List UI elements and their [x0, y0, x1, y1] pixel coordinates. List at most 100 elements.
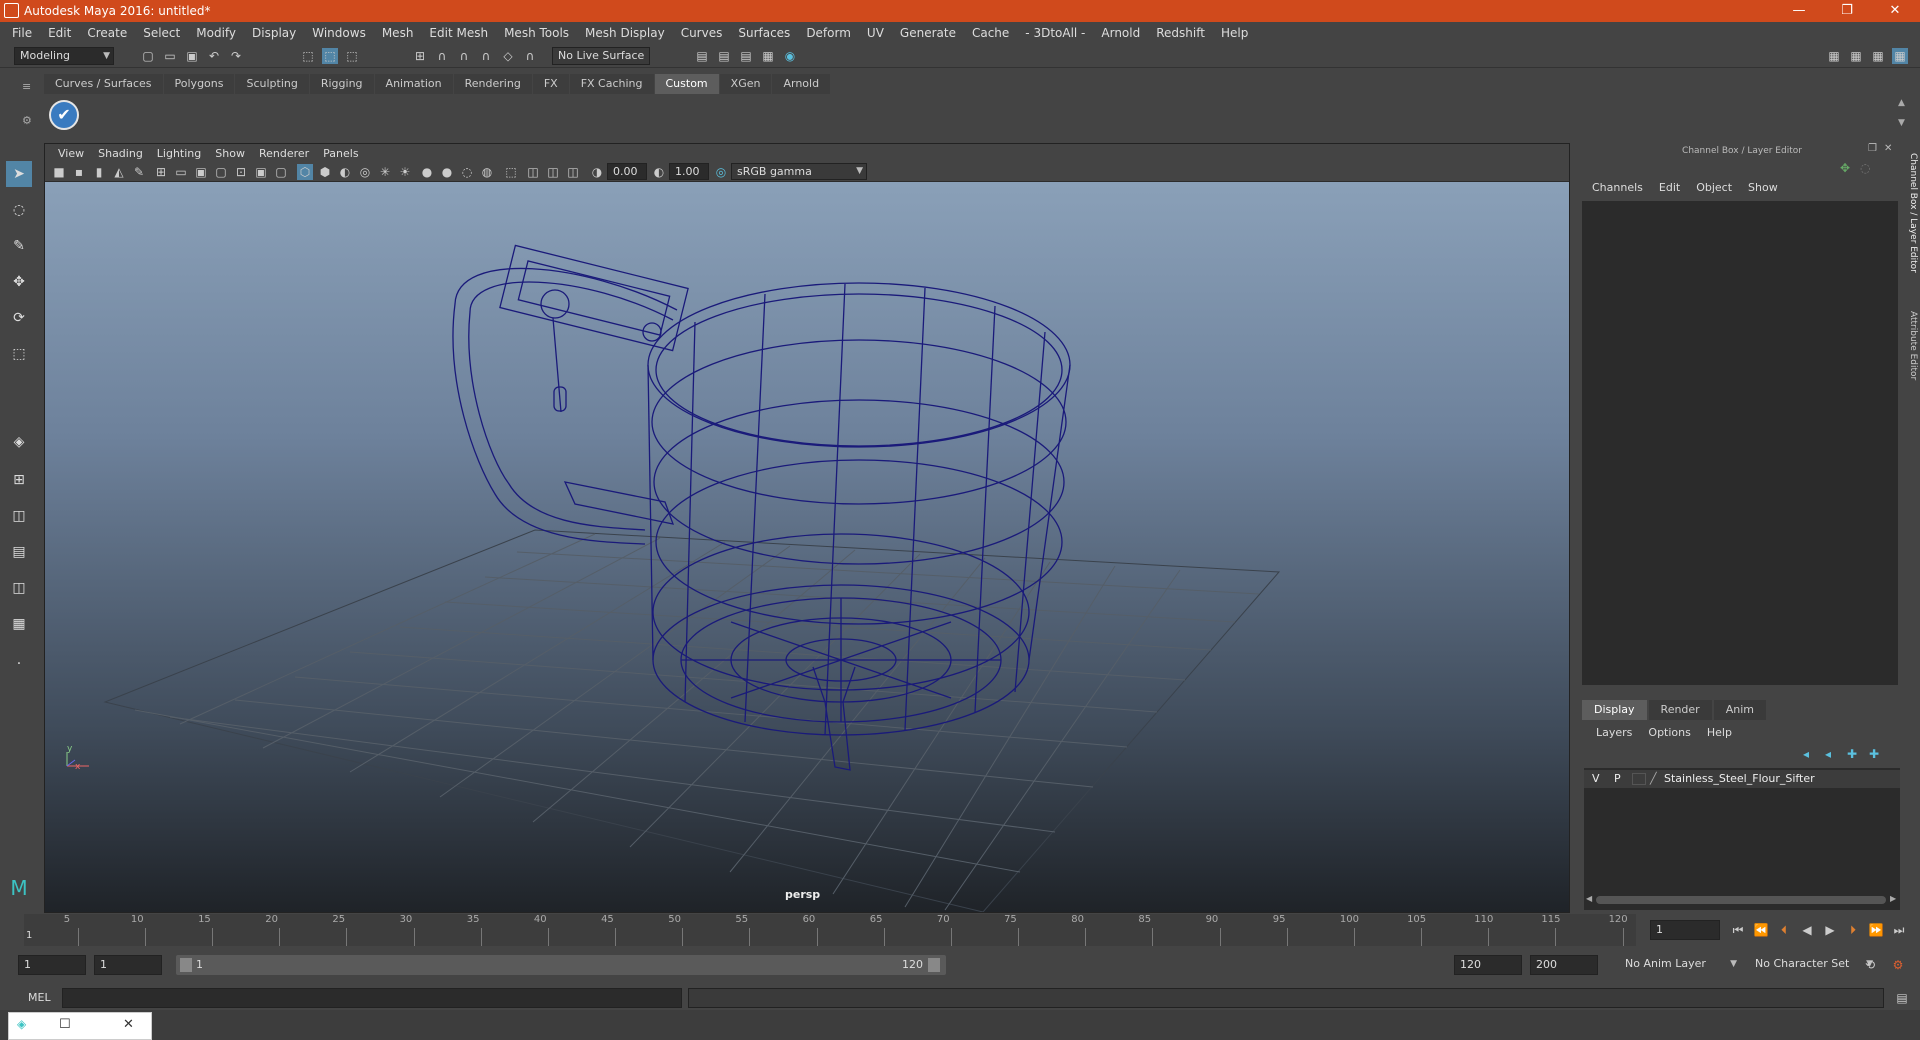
go-to-start-icon[interactable]: ⏮ [1730, 922, 1746, 938]
vp-menu-show[interactable]: Show [208, 147, 252, 160]
shelf-scroll-up-icon[interactable]: ▲ [1898, 98, 1905, 108]
side-tab-channel-box[interactable]: Channel Box / Layer Editor [1902, 153, 1918, 293]
mode-dropdown[interactable]: Modeling ▼ [14, 47, 114, 65]
select-component-icon[interactable]: ⬚ [344, 48, 360, 64]
layer-playback-toggle[interactable]: P [1614, 772, 1621, 785]
grease-pencil-icon[interactable]: ✎ [131, 164, 147, 180]
bookmark-icon[interactable]: ▮ [91, 164, 107, 180]
toggle-layer-editor-icon[interactable]: ▦ [1892, 48, 1908, 64]
scroll-right-icon[interactable]: ▶ [1890, 894, 1896, 903]
layer-menu-options[interactable]: Options [1640, 726, 1698, 739]
move-layer-down-icon[interactable]: ◂ [1820, 746, 1836, 762]
four-panel-layout-icon[interactable]: ⊞ [6, 467, 32, 493]
close-panel-icon[interactable]: ✕ [1884, 143, 1892, 154]
step-forward-key-icon[interactable]: ⏵ [1845, 922, 1861, 938]
two-panel-layout-icon[interactable]: ◫ [6, 503, 32, 529]
manipulator-icon[interactable]: ✥ [1840, 161, 1850, 175]
minimize-button[interactable]: — [1776, 0, 1822, 22]
anti-aliasing-icon[interactable]: ◌ [459, 164, 475, 180]
gamma-field[interactable]: 1.00 [669, 163, 709, 180]
layer-menu-layers[interactable]: Layers [1588, 726, 1640, 739]
snap-live-icon[interactable]: ∩ [522, 48, 538, 64]
save-scene-icon[interactable]: ▣ [184, 48, 200, 64]
smooth-shade-icon[interactable]: ⬢ [317, 164, 333, 180]
menu-mesh-display[interactable]: Mesh Display [577, 26, 673, 40]
safe-action-icon[interactable]: ▣ [253, 164, 269, 180]
shelf-tab-animation[interactable]: Animation [374, 74, 453, 94]
play-forward-icon[interactable]: ▶ [1822, 922, 1838, 938]
new-scene-icon[interactable]: ▢ [140, 48, 156, 64]
workspace-icon[interactable]: ▦ [1826, 48, 1842, 64]
new-layer-selected-icon[interactable]: ✚ [1866, 746, 1882, 762]
wireframe-icon[interactable]: ⬡ [297, 164, 313, 180]
ipr-render-icon[interactable]: ▤ [716, 48, 732, 64]
current-frame-field[interactable]: 1 [1650, 920, 1720, 940]
menu-modify[interactable]: Modify [188, 26, 244, 40]
view-transform-dropdown[interactable]: sRGB gamma ▼ [731, 163, 867, 180]
cb-menu-show[interactable]: Show [1740, 181, 1786, 194]
menu-surfaces[interactable]: Surfaces [730, 26, 798, 40]
snap-grid-icon[interactable]: ⊞ [412, 48, 428, 64]
camera-attrs-icon[interactable]: ▪ [71, 164, 87, 180]
layer-type-toggle[interactable] [1632, 773, 1646, 785]
range-slider-bar[interactable]: 1 120 [176, 955, 946, 975]
layer-list-scrollbar[interactable] [1596, 896, 1886, 904]
modeling-toolkit-icon[interactable]: ▦ [1848, 48, 1864, 64]
shelf-tab-polygons[interactable]: Polygons [163, 74, 235, 94]
depth-of-field-icon[interactable]: ◍ [479, 164, 495, 180]
playback-end-field[interactable]: 120 [1454, 955, 1522, 975]
film-gate-icon[interactable]: ▭ [173, 164, 189, 180]
screen-space-ao-icon[interactable]: ● [419, 164, 435, 180]
menu-help[interactable]: Help [1213, 26, 1256, 40]
menu-select[interactable]: Select [135, 26, 188, 40]
animation-end-field[interactable]: 200 [1530, 955, 1598, 975]
persp-graph-layout-icon[interactable]: ◫ [6, 575, 32, 601]
xray-joints-icon[interactable]: ◫ [545, 164, 561, 180]
scale-tool-icon[interactable]: ⬚ [6, 341, 32, 367]
hypershade-icon[interactable]: ▦ [760, 48, 776, 64]
menu-uv[interactable]: UV [859, 26, 892, 40]
shelf-tab-custom[interactable]: Custom [654, 74, 719, 94]
check-icon[interactable]: ✔ [49, 100, 79, 130]
character-set-dropdown[interactable]: No Character Set ▼ [1750, 955, 1876, 975]
layer-tab-render[interactable]: Render [1648, 700, 1712, 720]
render-frame-icon[interactable]: ▤ [694, 48, 710, 64]
select-tool-icon[interactable]: ➤ [6, 161, 32, 187]
image-plane-icon[interactable]: ◭ [111, 164, 127, 180]
exposure-field[interactable]: 0.00 [607, 163, 647, 180]
layer-name[interactable]: Stainless_Steel_Flour_Sifter [1664, 772, 1815, 785]
move-layer-up-icon[interactable]: ◂ [1798, 746, 1814, 762]
auto-key-icon[interactable]: ⟲ [1862, 957, 1878, 973]
color-management-icon[interactable]: ◎ [713, 164, 729, 180]
vp-menu-renderer[interactable]: Renderer [252, 147, 316, 160]
rotate-tool-icon[interactable]: ⟳ [6, 305, 32, 331]
scroll-left-icon[interactable]: ◀ [1586, 894, 1592, 903]
menu-deform[interactable]: Deform [798, 26, 859, 40]
redo-icon[interactable]: ↷ [228, 48, 244, 64]
snap-view-icon[interactable]: ∩ [478, 48, 494, 64]
live-surface-field[interactable]: No Live Surface [552, 47, 650, 65]
anim-layer-dropdown[interactable]: No Anim Layer ▼ [1620, 955, 1740, 975]
play-backward-icon[interactable]: ◀ [1799, 922, 1815, 938]
quad-layout-icon[interactable]: ◈ [6, 429, 32, 455]
menu-edit[interactable]: Edit [40, 26, 79, 40]
wireframe-on-shaded-icon[interactable]: ◐ [337, 164, 353, 180]
render-settings-icon[interactable]: ▤ [738, 48, 754, 64]
xray-icon[interactable]: ◫ [525, 164, 541, 180]
shelf-tab-fx-caching[interactable]: FX Caching [569, 74, 654, 94]
layer-menu-help[interactable]: Help [1699, 726, 1740, 739]
layer-row[interactable]: V P ╱ Stainless_Steel_Flour_Sifter [1584, 770, 1900, 788]
resolution-gate-icon[interactable]: ▣ [193, 164, 209, 180]
camera-select-icon[interactable]: ■ [51, 164, 67, 180]
channel-box-content[interactable] [1582, 201, 1898, 685]
lasso-tool-icon[interactable]: ◌ [6, 197, 32, 223]
select-hierarchy-icon[interactable]: ⬚ [300, 48, 316, 64]
range-start-handle[interactable] [180, 958, 192, 972]
viewport-canvas[interactable]: y x [45, 182, 1569, 913]
go-to-end-icon[interactable]: ⏭ [1891, 922, 1907, 938]
menu-file[interactable]: File [4, 26, 40, 40]
close-button[interactable]: ✕ [1872, 0, 1918, 22]
grid-toggle-icon[interactable]: ⊞ [153, 164, 169, 180]
range-end-handle[interactable] [928, 958, 940, 972]
shelf-settings-icon[interactable]: ⚙ [22, 114, 32, 127]
